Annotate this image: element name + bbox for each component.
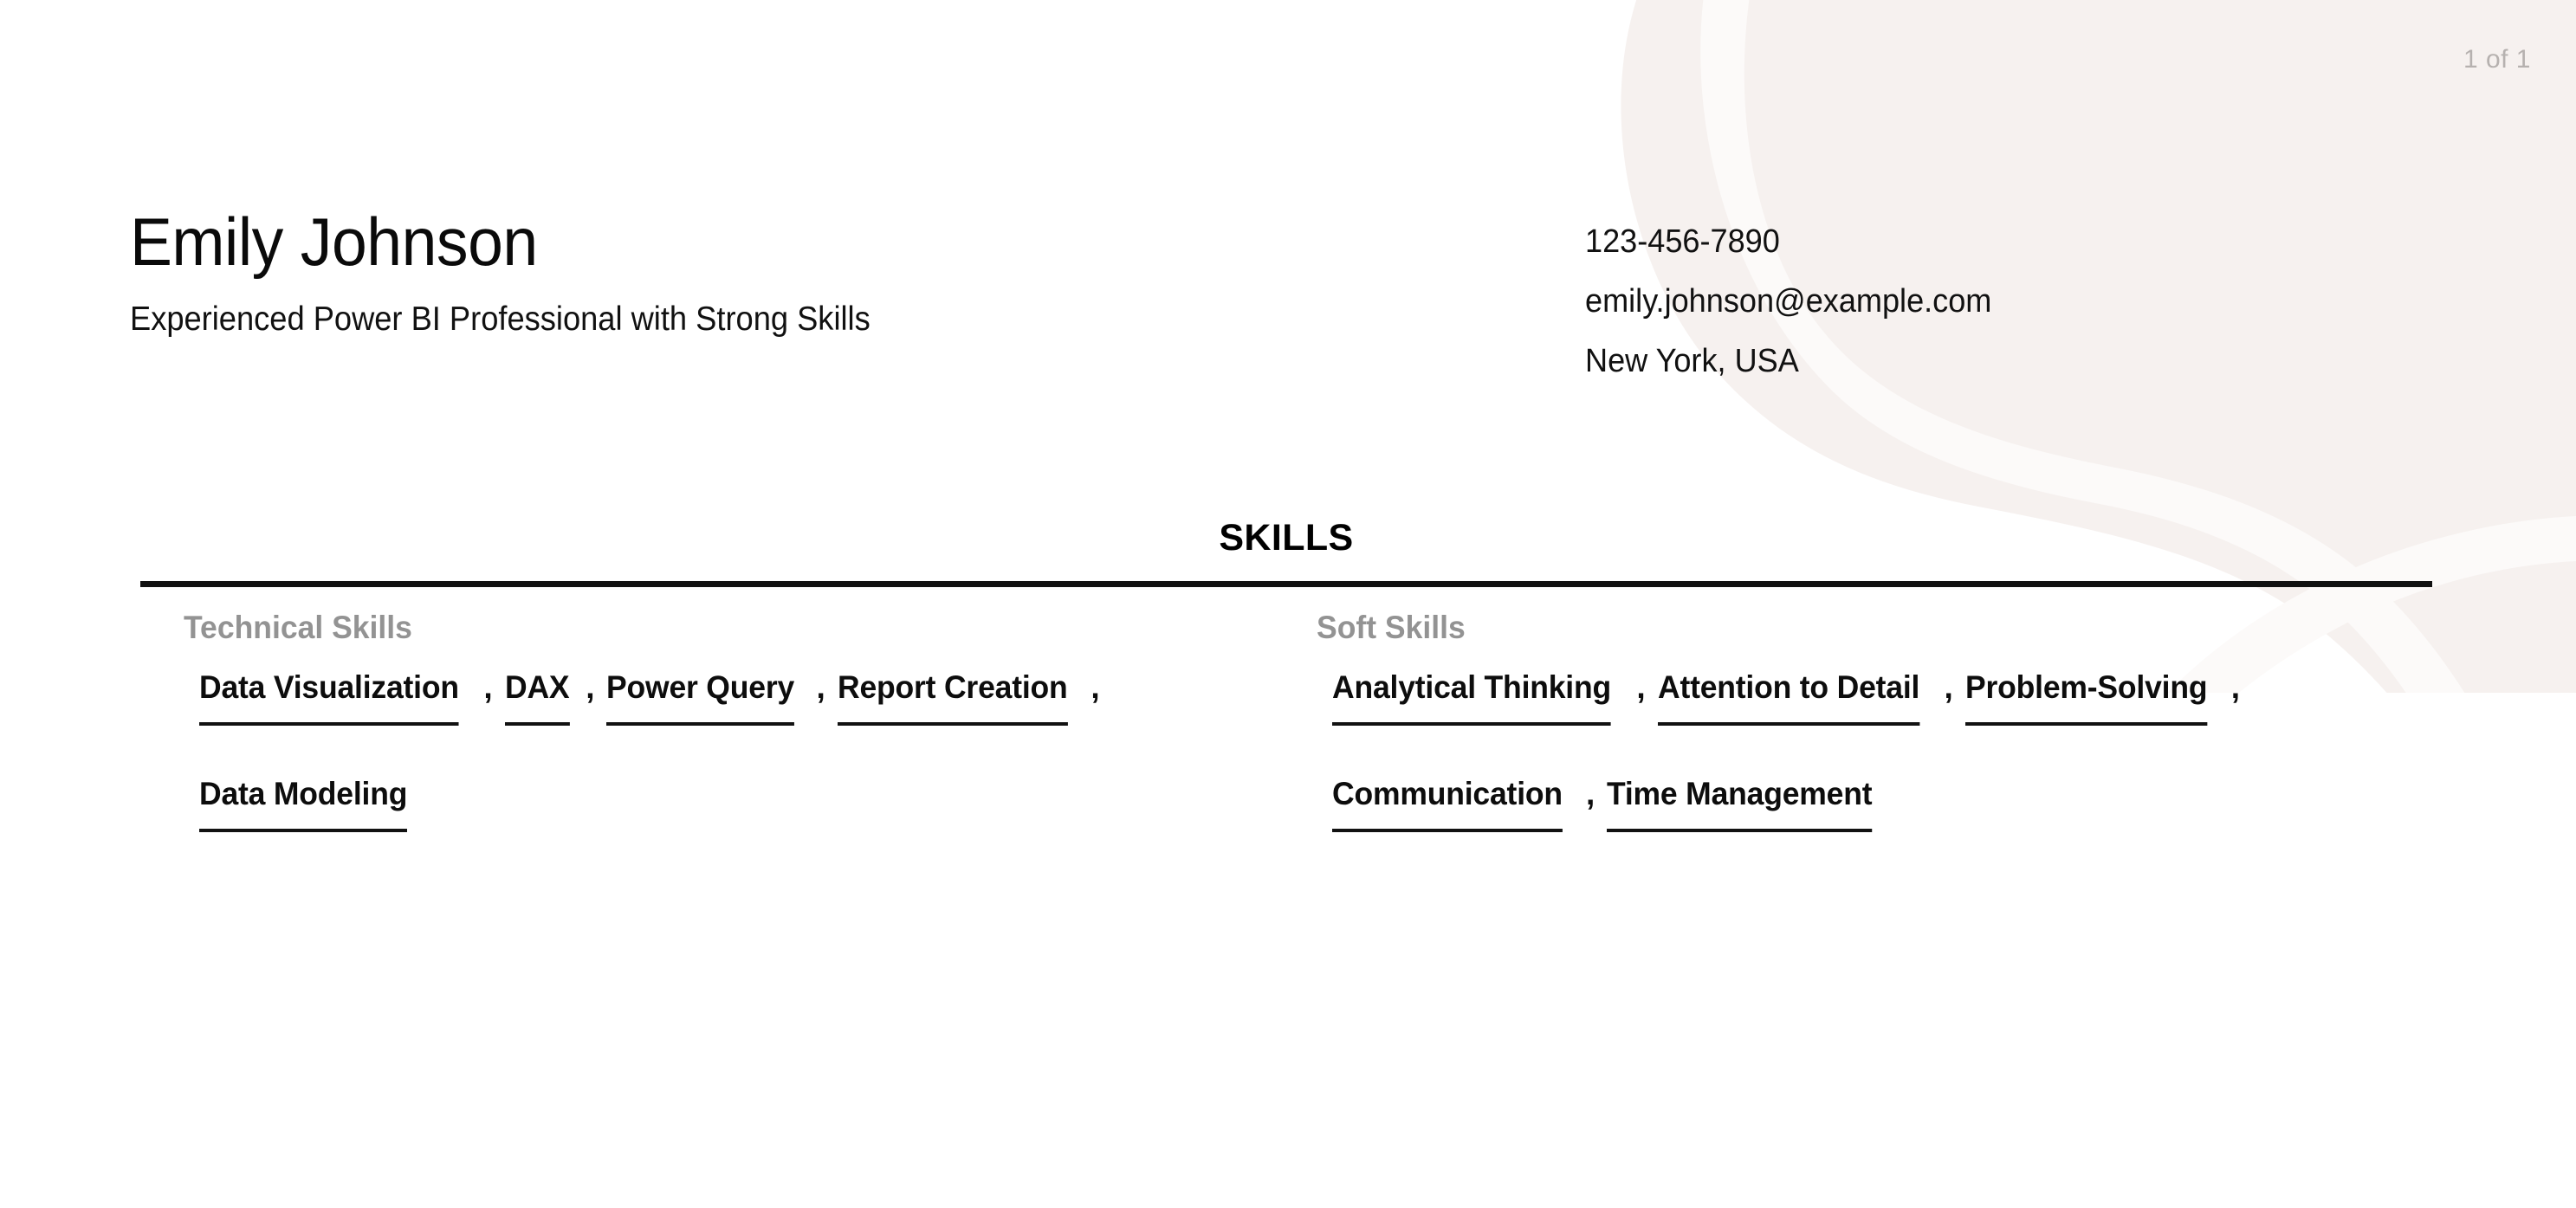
professional-headline: Experienced Power BI Professional with S… xyxy=(130,300,871,338)
contact-location: New York, USA xyxy=(1585,343,1799,379)
skill-tag: Time Management xyxy=(1607,778,1883,832)
contact-phone: 123-456-7890 xyxy=(1585,223,1780,260)
skill-tag: Data Visualization xyxy=(199,671,469,726)
skill-list-soft: Analytical Thinking, Attention to Detail,… xyxy=(1317,671,2427,884)
skill-list-technical: Data Visualization, DAX, Power Query, Repor… xyxy=(184,671,1292,884)
section-heading-skills: SKILLS xyxy=(1219,517,1354,559)
skill-item: Data Modeling xyxy=(199,778,430,858)
section-divider xyxy=(140,581,2432,587)
contact-email: emily.johnson@example.com xyxy=(1585,283,1992,320)
skill-item: Report Creation, xyxy=(837,669,1100,752)
skill-separator: , xyxy=(483,669,493,705)
skill-label: Power Query xyxy=(606,671,795,726)
skill-label: Problem-Solving xyxy=(1964,671,2207,726)
skill-label: Time Management xyxy=(1607,778,1873,832)
skill-label: Report Creation xyxy=(837,671,1068,726)
skill-tag: Data Modeling xyxy=(199,778,416,832)
skill-tag: Report Creation xyxy=(837,671,1078,726)
skill-separator: , xyxy=(586,669,595,705)
skill-tag: Communication xyxy=(1332,778,1572,832)
skill-tag: Analytical Thinking xyxy=(1332,671,1622,726)
skill-item: Data Visualization, xyxy=(199,671,493,752)
page-indicator: 1 of 1 xyxy=(2463,45,2531,74)
skill-item: Analytical Thinking, xyxy=(1332,671,1646,752)
identity-block: Emily Johnson Experienced Power BI Profe… xyxy=(0,208,1585,339)
skill-tag: DAX xyxy=(504,671,573,726)
skill-label: Communication xyxy=(1332,778,1563,832)
skills-section: SKILLS Technical Skills Data Visualizati… xyxy=(140,520,2432,884)
skill-label: Analytical Thinking xyxy=(1332,671,1611,726)
skill-item: Attention to Detail, xyxy=(1657,669,1953,752)
skill-column-technical: Technical Skills Data Visualization, DAX,… xyxy=(140,611,1292,884)
skill-separator: , xyxy=(1091,669,1100,705)
skill-item: Problem-Solving, xyxy=(1964,669,2241,752)
skill-separator: , xyxy=(1585,776,1595,811)
contact-block: 123-456-7890 emily.johnson@example.com N… xyxy=(1585,208,2013,378)
skill-columns: Technical Skills Data Visualization, DAX,… xyxy=(140,611,2432,884)
skill-separator: , xyxy=(1944,669,1953,705)
skill-item: Time Management xyxy=(1607,778,1897,858)
skill-tag: Problem-Solving xyxy=(1964,671,2217,726)
resume-page: 1 of 1 Emily Johnson Experienced Power B… xyxy=(0,0,2576,1208)
resume-header: Emily Johnson Experienced Power BI Profe… xyxy=(0,208,2576,378)
skill-column-title-soft: Soft Skills xyxy=(1317,610,1466,645)
skill-separator: , xyxy=(816,669,825,705)
skill-label: Data Visualization xyxy=(199,671,459,726)
skill-item: Communication, xyxy=(1332,778,1595,858)
skill-item: DAX, xyxy=(504,669,595,752)
skill-column-title-technical: Technical Skills xyxy=(184,610,412,645)
page-title: Emily Johnson xyxy=(130,203,538,280)
skill-column-soft: Soft Skills Analytical Thinking, Attentio… xyxy=(1292,611,2427,884)
skill-label: Data Modeling xyxy=(199,778,407,832)
skill-tag: Attention to Detail xyxy=(1657,671,1931,726)
skill-label: DAX xyxy=(504,671,569,726)
skill-tag: Power Query xyxy=(606,671,802,726)
skill-item: Power Query, xyxy=(606,671,825,752)
skill-label: Attention to Detail xyxy=(1657,671,1919,726)
skill-separator: , xyxy=(2230,669,2241,705)
skill-separator: , xyxy=(1636,669,1646,705)
